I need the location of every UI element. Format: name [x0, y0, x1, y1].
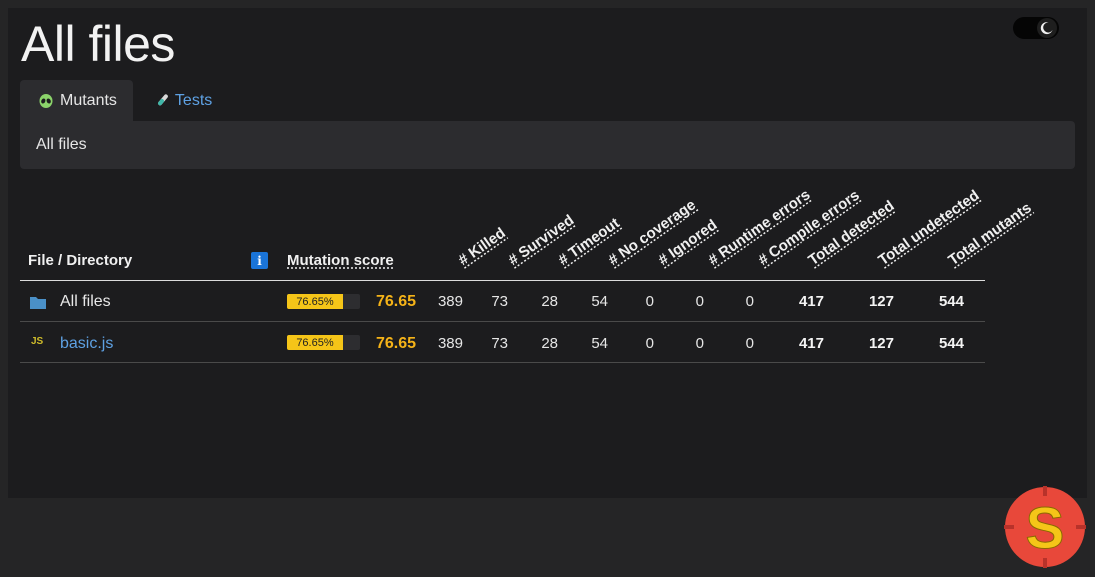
column-header-mutation-score[interactable]: Mutation score — [287, 252, 394, 269]
survived-value: 73 — [491, 293, 508, 310]
info-icon[interactable]: i — [251, 252, 268, 269]
page-title: All files — [21, 16, 175, 72]
score-bar-fill: 76.65% — [287, 294, 343, 309]
ignored-value: 0 — [645, 335, 654, 352]
no-coverage-value: 54 — [591, 335, 608, 352]
moon-icon — [1037, 18, 1057, 38]
total-mutants-value: 544 — [938, 335, 964, 352]
theme-toggle[interactable] — [1013, 17, 1059, 39]
tab-bar: Mutants Tests — [20, 80, 228, 121]
breadcrumb: All files — [20, 121, 1075, 169]
js-file-icon: JS — [31, 336, 44, 347]
alien-icon — [38, 93, 54, 109]
tab-mutants-label: Mutants — [60, 91, 117, 109]
mutation-score-value: 76.65 — [376, 293, 417, 310]
total-undetected-value: 127 — [868, 293, 894, 310]
row-divider — [20, 362, 985, 363]
runtime-errors-value: 0 — [695, 335, 704, 352]
no-coverage-value: 54 — [591, 293, 608, 310]
table-header-divider — [20, 280, 985, 281]
tab-mutants[interactable]: Mutants — [20, 80, 133, 121]
tab-tests[interactable]: Tests — [133, 80, 228, 121]
total-detected-value: 417 — [798, 335, 824, 352]
compile-errors-value: 0 — [745, 293, 754, 310]
killed-value: 389 — [437, 293, 463, 310]
tab-tests-label: Tests — [174, 91, 213, 109]
score-bar-fill: 76.65% — [287, 335, 343, 350]
folder-icon — [30, 295, 46, 314]
timeout-value: 28 — [541, 293, 558, 310]
score-bar: 76.65% — [287, 335, 360, 350]
column-header-file: File / Directory — [28, 252, 133, 269]
total-detected-value: 417 — [798, 293, 824, 310]
runtime-errors-value: 0 — [695, 293, 704, 310]
killed-value: 389 — [437, 335, 463, 352]
stryker-logo: S — [1004, 486, 1086, 568]
timeout-value: 28 — [541, 335, 558, 352]
total-mutants-value: 544 — [938, 293, 964, 310]
file-link-basic-js[interactable]: basic.js — [60, 335, 113, 353]
score-bar: 76.65% — [287, 294, 360, 309]
total-undetected-value: 127 — [868, 335, 894, 352]
ignored-value: 0 — [645, 293, 654, 310]
compile-errors-value: 0 — [745, 335, 754, 352]
row-divider — [20, 321, 985, 322]
logo-letter: S — [1026, 496, 1065, 561]
mutation-score-value: 76.65 — [376, 335, 417, 352]
survived-value: 73 — [491, 335, 508, 352]
file-name: All files — [60, 293, 111, 310]
test-tube-icon — [153, 93, 169, 109]
breadcrumb-item: All files — [36, 136, 87, 153]
